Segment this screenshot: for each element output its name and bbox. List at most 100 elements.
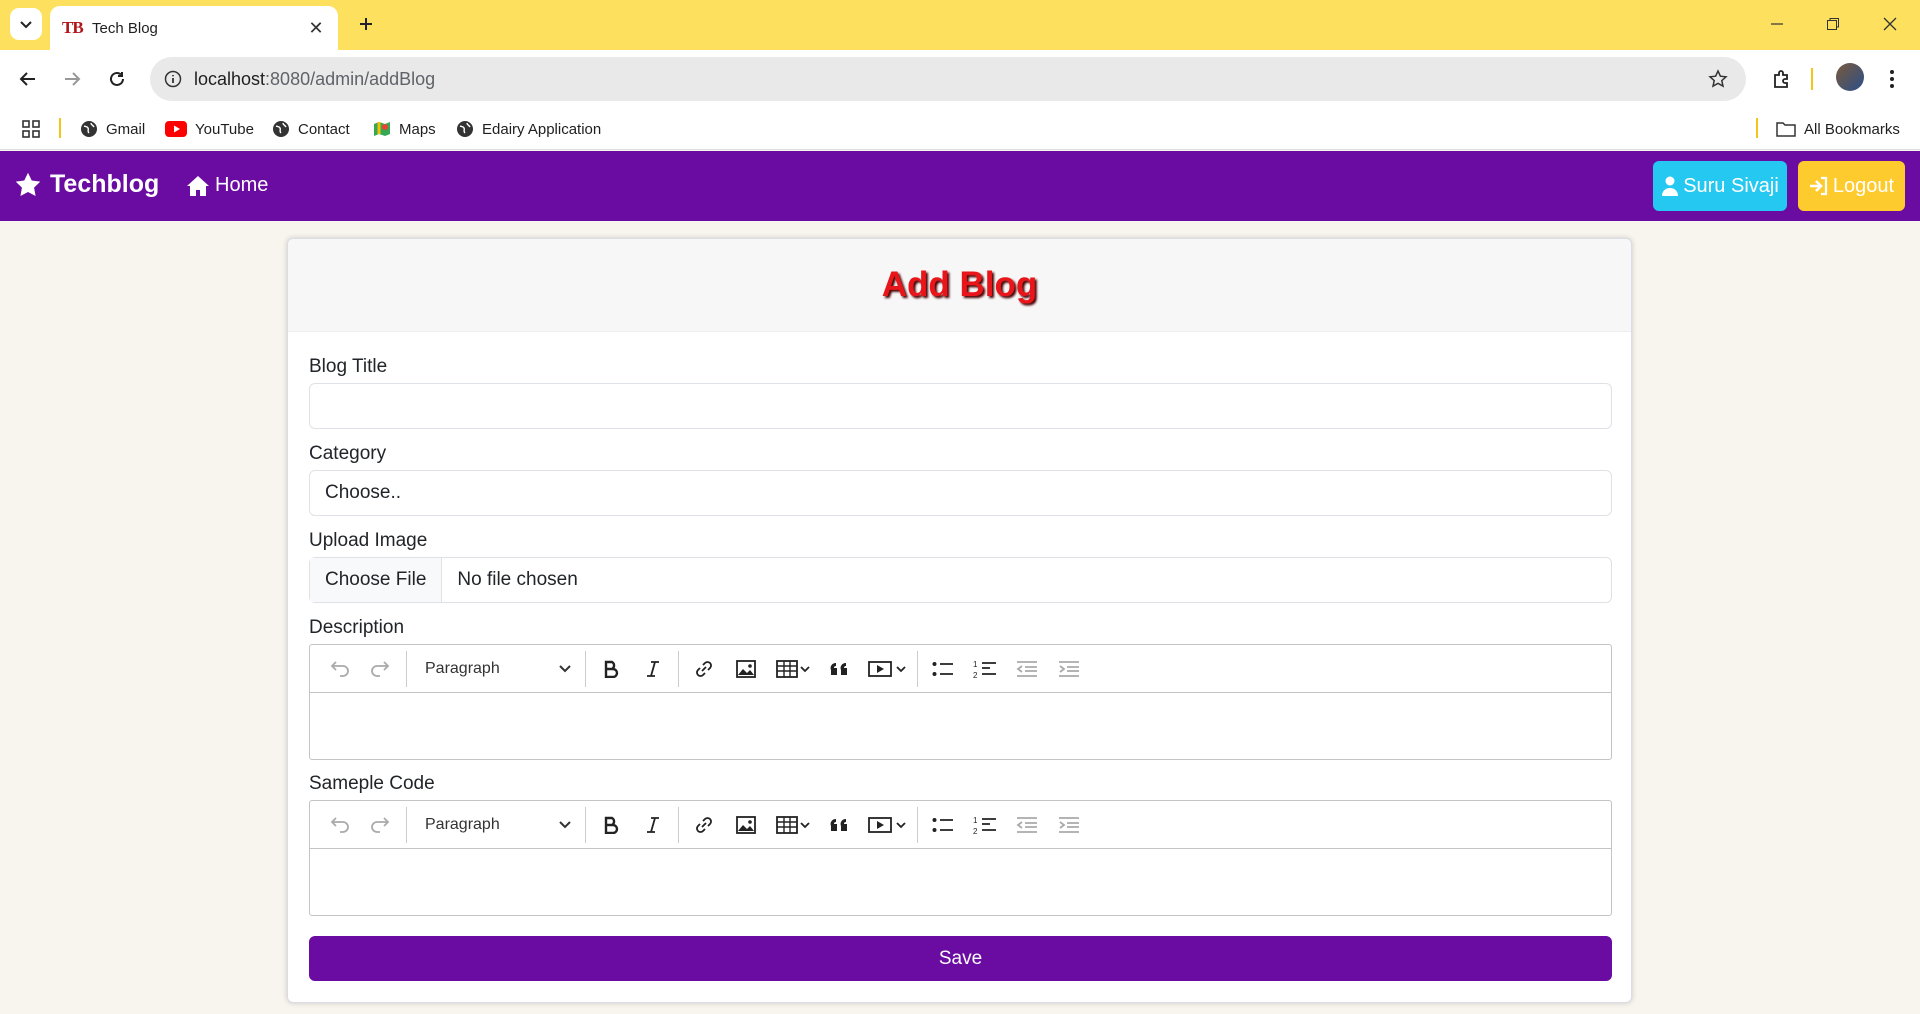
toolbar-separator	[585, 650, 586, 687]
tab-close-icon[interactable]: ✕	[306, 18, 326, 39]
bold-button[interactable]	[590, 651, 632, 687]
outdent-button[interactable]	[1006, 651, 1048, 687]
upload-image-input[interactable]: Choose File No file chosen	[309, 557, 1612, 603]
link-button[interactable]	[683, 807, 725, 843]
undo-button[interactable]	[318, 651, 360, 687]
apps-button[interactable]	[22, 117, 40, 141]
bookmark-contact[interactable]: Contact	[272, 117, 350, 141]
image-button[interactable]	[725, 807, 767, 843]
all-bookmarks-button[interactable]: All Bookmarks	[1776, 117, 1900, 141]
table-icon	[776, 815, 810, 834]
media-button[interactable]	[861, 807, 913, 843]
bulleted-list-icon	[932, 817, 953, 832]
bookmarks-divider	[59, 118, 61, 138]
italic-button[interactable]	[632, 807, 674, 843]
restore-button[interactable]	[1813, 10, 1853, 38]
table-icon	[776, 659, 810, 678]
category-select[interactable]: Choose..	[309, 470, 1612, 516]
bookmark-star-icon[interactable]	[1708, 69, 1728, 89]
bookmark-label: Gmail	[106, 120, 146, 138]
puzzle-icon	[1774, 70, 1788, 88]
undo-button[interactable]	[318, 807, 360, 843]
browser-menu-button[interactable]	[1876, 63, 1908, 95]
bookmark-gmail[interactable]: Gmail	[80, 117, 145, 141]
description-editor: Paragraph 12	[309, 644, 1612, 760]
brand-link[interactable]: Techblog	[14, 170, 159, 199]
logout-button[interactable]: Logout	[1798, 161, 1905, 211]
sample-code-label: Sameple Code	[309, 773, 435, 794]
heading-dropdown[interactable]: Paragraph	[411, 807, 581, 843]
sample-code-editor: Paragraph 12	[309, 800, 1612, 916]
browser-tab[interactable]: TB Tech Blog ✕	[50, 6, 338, 50]
user-icon	[1662, 176, 1679, 196]
numbered-list-button[interactable]: 12	[964, 651, 1006, 687]
save-button[interactable]: Save	[309, 936, 1612, 981]
redo-button[interactable]	[360, 807, 402, 843]
back-button[interactable]	[12, 63, 44, 95]
description-label: Description	[309, 617, 405, 638]
reload-button[interactable]	[101, 63, 133, 95]
site-info-icon[interactable]	[164, 70, 182, 88]
close-window-button[interactable]	[1870, 10, 1910, 38]
minimize-button[interactable]	[1757, 10, 1797, 38]
bookmark-maps[interactable]: Maps	[373, 117, 436, 141]
table-button[interactable]	[767, 807, 819, 843]
blog-title-input[interactable]	[309, 383, 1612, 429]
minimize-icon	[1771, 23, 1783, 25]
italic-button[interactable]	[632, 651, 674, 687]
bulleted-list-button[interactable]	[922, 807, 964, 843]
upload-image-label: Upload Image	[309, 530, 428, 551]
extensions-button[interactable]	[1766, 63, 1798, 95]
media-button[interactable]	[861, 651, 913, 687]
heading-dropdown[interactable]: Paragraph	[411, 651, 581, 687]
chevron-down-icon	[559, 820, 571, 828]
image-button[interactable]	[725, 651, 767, 687]
globe-icon	[273, 121, 289, 137]
blockquote-button[interactable]	[819, 807, 861, 843]
profile-avatar[interactable]	[1836, 63, 1864, 91]
arrow-left-icon	[19, 72, 35, 86]
home-label: Home	[215, 174, 269, 196]
tab-search-button[interactable]	[10, 8, 42, 40]
user-profile-button[interactable]: Suru Sivaji	[1653, 161, 1787, 211]
address-bar[interactable]: localhost:8080/admin/addBlog	[150, 57, 1746, 101]
bookmark-youtube[interactable]: YouTube	[165, 117, 254, 141]
media-icon	[868, 816, 906, 833]
chevron-down-icon	[20, 21, 32, 29]
choose-file-button[interactable]: Choose File	[310, 558, 443, 602]
bold-button[interactable]	[590, 807, 632, 843]
toolbar-divider	[1811, 68, 1813, 90]
app-navbar: Techblog Home Suru Sivaji Logout	[0, 151, 1920, 221]
link-button[interactable]	[683, 651, 725, 687]
indent-button[interactable]	[1048, 807, 1090, 843]
sample-code-editor-body[interactable]	[310, 849, 1611, 915]
undo-icon	[330, 660, 349, 677]
svg-text:2: 2	[973, 827, 978, 835]
svg-text:1: 1	[973, 660, 978, 669]
home-icon	[187, 175, 209, 196]
bookmarks-bar: Gmail YouTube Contact Maps Edairy Applic…	[0, 108, 1920, 150]
tab-title: Tech Blog	[92, 19, 158, 37]
reload-icon	[110, 71, 124, 86]
bulleted-list-button[interactable]	[922, 651, 964, 687]
redo-button[interactable]	[360, 651, 402, 687]
bold-icon	[604, 816, 619, 834]
folder-icon	[1776, 122, 1796, 137]
outdent-button[interactable]	[1006, 807, 1048, 843]
blockquote-button[interactable]	[819, 651, 861, 687]
outdent-icon	[1016, 816, 1037, 833]
url-path: :8080/admin/addBlog	[265, 68, 436, 89]
user-name: Suru Sivaji	[1683, 174, 1779, 197]
url-host: localhost	[194, 68, 266, 89]
outdent-icon	[1016, 660, 1037, 677]
home-link[interactable]: Home	[186, 174, 268, 197]
description-editor-body[interactable]	[310, 693, 1611, 759]
indent-icon	[1059, 660, 1079, 677]
forward-button[interactable]	[56, 63, 88, 95]
new-tab-button[interactable]	[352, 10, 380, 38]
indent-button[interactable]	[1048, 651, 1090, 687]
bookmark-edairy[interactable]: Edairy Application	[456, 117, 601, 141]
numbered-list-button[interactable]: 12	[964, 807, 1006, 843]
table-button[interactable]	[767, 651, 819, 687]
chevron-down-icon	[559, 664, 571, 672]
